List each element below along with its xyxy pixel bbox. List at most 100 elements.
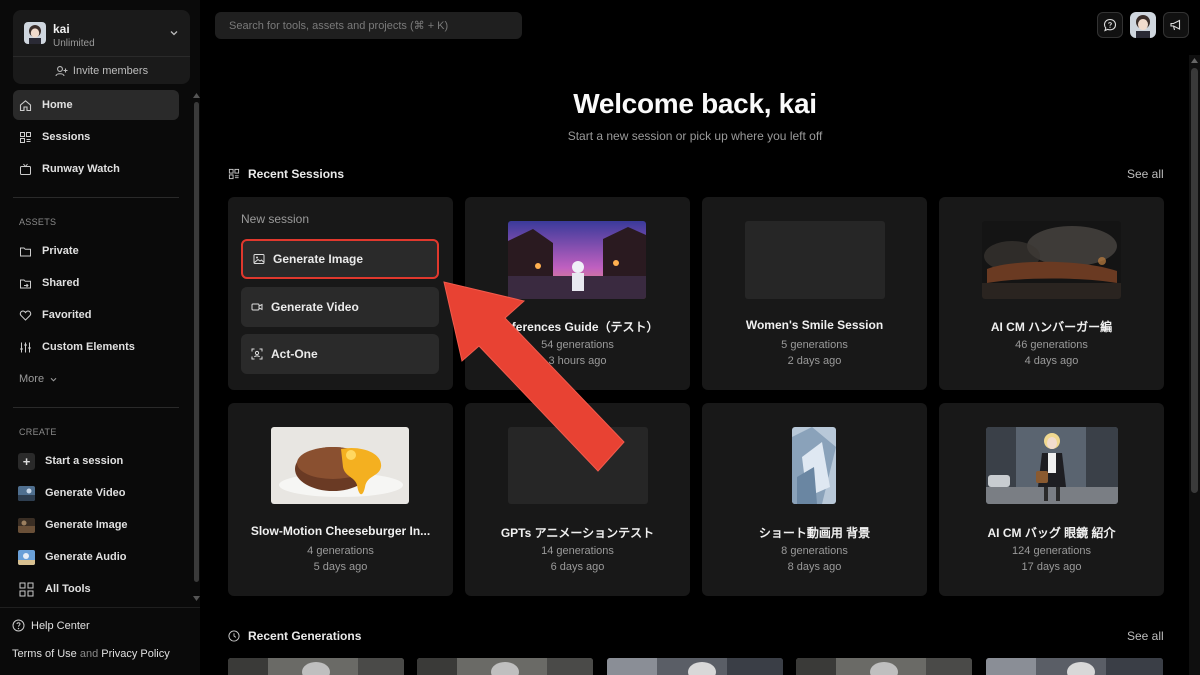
see-all-sessions-link[interactable]: See all xyxy=(1127,167,1164,181)
all-tools-button[interactable]: All Tools xyxy=(18,578,178,600)
session-card[interactable]: GPTs アニメーションテスト 14 generations 6 days ag… xyxy=(465,403,690,596)
session-title: Slow-Motion Cheeseburger In... xyxy=(250,524,431,538)
see-all-generations-link[interactable]: See all xyxy=(1127,629,1164,643)
create-generate-video[interactable]: Generate Video xyxy=(18,482,178,504)
section-title: Recent Sessions xyxy=(248,167,345,181)
generate-image-button[interactable]: Generate Image xyxy=(241,239,439,279)
session-time: 8 days ago xyxy=(787,561,842,573)
button-label: Act-One xyxy=(271,347,318,361)
session-time: 17 days ago xyxy=(1021,561,1082,573)
sidebar-item-label: Sessions xyxy=(42,131,91,143)
search-input[interactable]: Search for tools, assets and projects (⌘… xyxy=(215,12,522,39)
new-session-label: New session xyxy=(241,212,310,226)
session-thumbnail xyxy=(271,427,409,504)
session-card[interactable]: AI CM ハンバーガー編 46 generations 4 days ago xyxy=(939,197,1164,390)
scroll-down-icon xyxy=(193,596,200,601)
session-title: Women's Smile Session xyxy=(745,318,884,332)
sidebar-item-shared[interactable]: Shared xyxy=(13,268,179,298)
session-generations: 5 generations xyxy=(781,339,848,351)
scroll-up-icon xyxy=(1191,58,1198,63)
session-card[interactable]: Women's Smile Session 5 generations 2 da… xyxy=(702,197,927,390)
privacy-link[interactable]: Privacy Policy xyxy=(101,648,169,660)
clock-icon xyxy=(228,630,240,642)
create-item-label: Generate Audio xyxy=(45,551,127,563)
main-scrollbar-thumb[interactable] xyxy=(1191,68,1198,493)
help-icon xyxy=(12,619,25,632)
terms-link[interactable]: Terms of Use xyxy=(12,648,77,660)
session-title: AI CM バッグ 眼鏡 紹介 xyxy=(987,526,1116,540)
session-card[interactable]: AI CM バッグ 眼鏡 紹介 124 generations 17 days … xyxy=(939,403,1164,596)
sidebar: kai Unlimited Invite members Home Sessio… xyxy=(0,0,200,675)
sliders-icon xyxy=(20,342,31,352)
recent-generations-heading: Recent Generations xyxy=(228,629,361,643)
feedback-button[interactable] xyxy=(1097,12,1123,38)
megaphone-icon xyxy=(1170,19,1181,31)
announcements-button[interactable] xyxy=(1163,12,1189,38)
generation-thumbnail[interactable] xyxy=(986,658,1163,675)
generate-video-button[interactable]: Generate Video xyxy=(241,287,439,327)
home-icon xyxy=(19,99,32,111)
start-session-button[interactable]: + Start a session xyxy=(18,450,178,472)
user-avatar-button[interactable] xyxy=(1130,12,1156,38)
session-generations: 14 generations xyxy=(541,545,614,557)
folder-icon xyxy=(20,247,31,256)
sidebar-item-label: Home xyxy=(42,99,73,111)
add-user-icon xyxy=(55,65,68,76)
generation-thumbnail[interactable] xyxy=(607,658,783,675)
profile-name: kai xyxy=(53,22,70,36)
page-subtitle: Start a new session or pick up where you… xyxy=(567,129,823,143)
session-title: References Guide（テスト） xyxy=(496,320,659,334)
invite-members-button[interactable]: Invite members xyxy=(13,62,190,80)
session-generations: 46 generations xyxy=(1015,339,1088,351)
sidebar-item-sessions[interactable]: Sessions xyxy=(13,122,179,152)
session-thumbnail-placeholder xyxy=(745,221,885,299)
avatar xyxy=(1130,12,1156,38)
profile-plan: Unlimited xyxy=(53,38,95,49)
create-generate-audio[interactable]: Generate Audio xyxy=(18,546,178,568)
tv-icon xyxy=(20,163,31,175)
sidebar-item-custom-elements[interactable]: Custom Elements xyxy=(13,332,179,362)
sidebar-scrollbar-thumb[interactable] xyxy=(194,102,199,582)
divider xyxy=(13,56,190,57)
generation-thumbnail[interactable] xyxy=(417,658,593,675)
session-title: ショート動画用 背景 xyxy=(758,526,871,540)
sessions-icon xyxy=(20,131,31,143)
session-generations: 8 generations xyxy=(781,545,848,557)
sidebar-item-label: Custom Elements xyxy=(42,341,135,353)
session-title: AI CM ハンバーガー編 xyxy=(990,320,1113,334)
session-title: GPTs アニメーションテスト xyxy=(500,526,655,540)
video-thumbnail-icon xyxy=(18,485,35,501)
create-generate-image[interactable]: Generate Image xyxy=(18,514,178,536)
scroll-up-icon xyxy=(193,93,200,98)
create-item-label: Generate Image xyxy=(45,519,128,531)
session-generations: 4 generations xyxy=(307,545,374,557)
button-label: Generate Image xyxy=(273,252,364,266)
session-card[interactable]: References Guide（テスト） 54 generations 3 h… xyxy=(465,197,690,390)
generation-thumbnail[interactable] xyxy=(228,658,404,675)
session-time: 5 days ago xyxy=(313,561,368,573)
grid-icon xyxy=(19,582,34,596)
sidebar-item-favorited[interactable]: Favorited xyxy=(13,300,179,330)
divider xyxy=(0,607,200,608)
assets-heading: ASSETS xyxy=(19,217,57,227)
generation-thumbnail[interactable] xyxy=(796,658,972,675)
more-button[interactable]: More xyxy=(13,364,179,394)
session-generations: 124 generations xyxy=(1012,545,1091,557)
profile-switcher[interactable]: kai Unlimited Invite members xyxy=(13,10,190,84)
more-label: More xyxy=(19,373,45,385)
chat-help-icon xyxy=(1103,18,1117,32)
chevron-down-icon xyxy=(170,31,178,36)
session-card[interactable]: Slow-Motion Cheeseburger In... 4 generat… xyxy=(228,403,453,596)
help-center-label: Help Center xyxy=(31,619,90,632)
act-one-button[interactable]: Act-One xyxy=(241,334,439,374)
sidebar-item-label: Runway Watch xyxy=(42,163,120,175)
recent-sessions-heading: Recent Sessions xyxy=(228,167,344,181)
sidebar-item-home[interactable]: Home xyxy=(13,90,179,120)
sidebar-item-private[interactable]: Private xyxy=(13,236,179,266)
session-card[interactable]: ショート動画用 背景 8 generations 8 days ago xyxy=(702,403,927,596)
sidebar-item-runway-watch[interactable]: Runway Watch xyxy=(13,154,179,184)
create-item-label: Generate Video xyxy=(45,487,126,499)
help-center-link[interactable]: Help Center xyxy=(12,619,90,632)
session-thumbnail xyxy=(982,221,1121,299)
invite-members-label: Invite members xyxy=(72,65,149,77)
